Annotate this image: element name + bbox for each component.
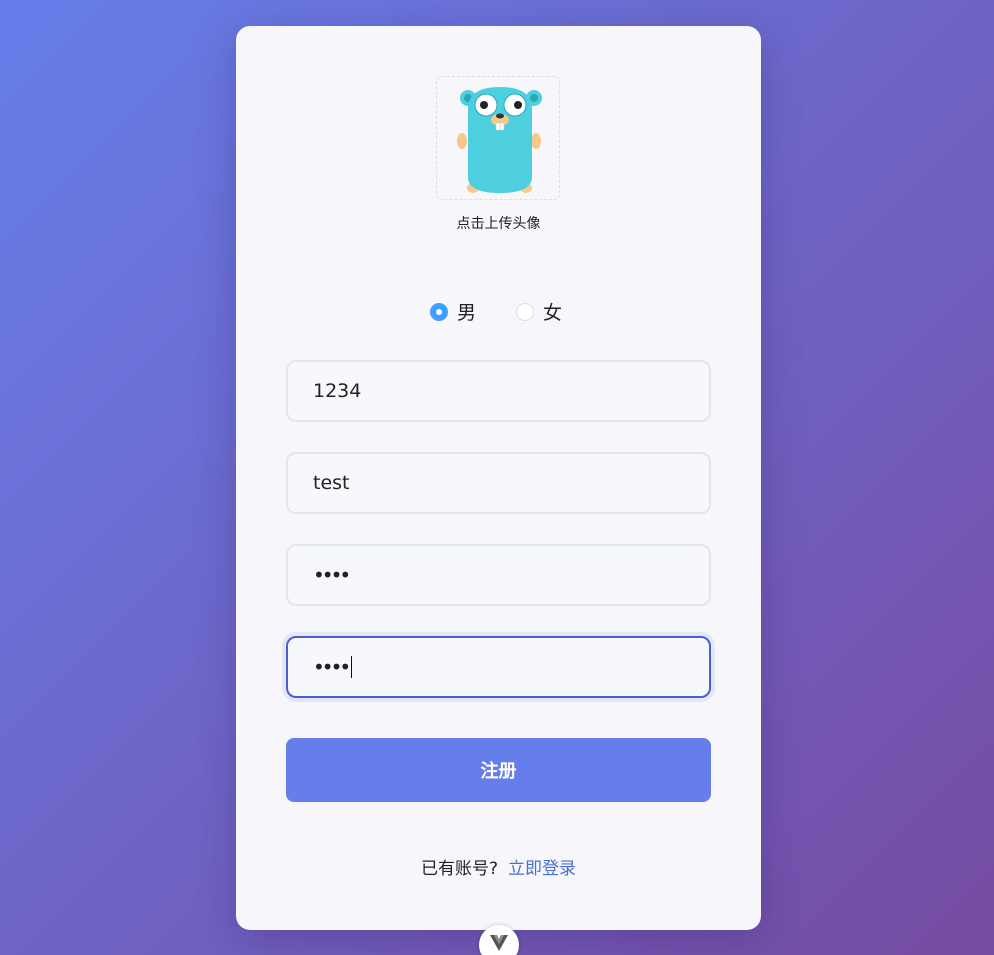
confirm-password-input[interactable]: •••• — [286, 636, 711, 698]
login-prompt-text: 已有账号? — [420, 859, 499, 879]
username-input[interactable]: 1234 — [286, 360, 711, 422]
text-caret — [351, 656, 353, 678]
gopher-avatar-icon — [457, 87, 542, 193]
avatar-upload[interactable] — [436, 76, 560, 200]
avatar-upload-caption: 点击上传头像 — [456, 216, 541, 232]
gender-option-female[interactable]: 女 — [516, 298, 562, 325]
gender-female-label: 女 — [543, 302, 563, 324]
nickname-input[interactable]: test — [286, 452, 711, 514]
confirm-password-value: •••• — [313, 655, 351, 679]
vue-logo-icon — [490, 935, 508, 951]
register-button[interactable]: 注册 — [286, 738, 711, 802]
gender-male-label: 男 — [457, 302, 477, 324]
register-card: 点击上传头像 男 女 1234 test •••• •••• 注册 已有账号? 立… — [236, 26, 761, 930]
gender-radio-group: 男 女 — [430, 298, 562, 325]
password-input[interactable]: •••• — [286, 544, 711, 606]
password-value: •••• — [313, 563, 351, 587]
nickname-value: test — [313, 472, 350, 494]
login-link[interactable]: 立即登录 — [508, 859, 576, 879]
login-prompt: 已有账号? 立即登录 — [236, 854, 761, 879]
gender-option-male[interactable]: 男 — [430, 298, 476, 325]
username-value: 1234 — [313, 380, 362, 402]
radio-unchecked-icon[interactable] — [516, 302, 535, 321]
radio-checked-icon[interactable] — [430, 302, 448, 321]
